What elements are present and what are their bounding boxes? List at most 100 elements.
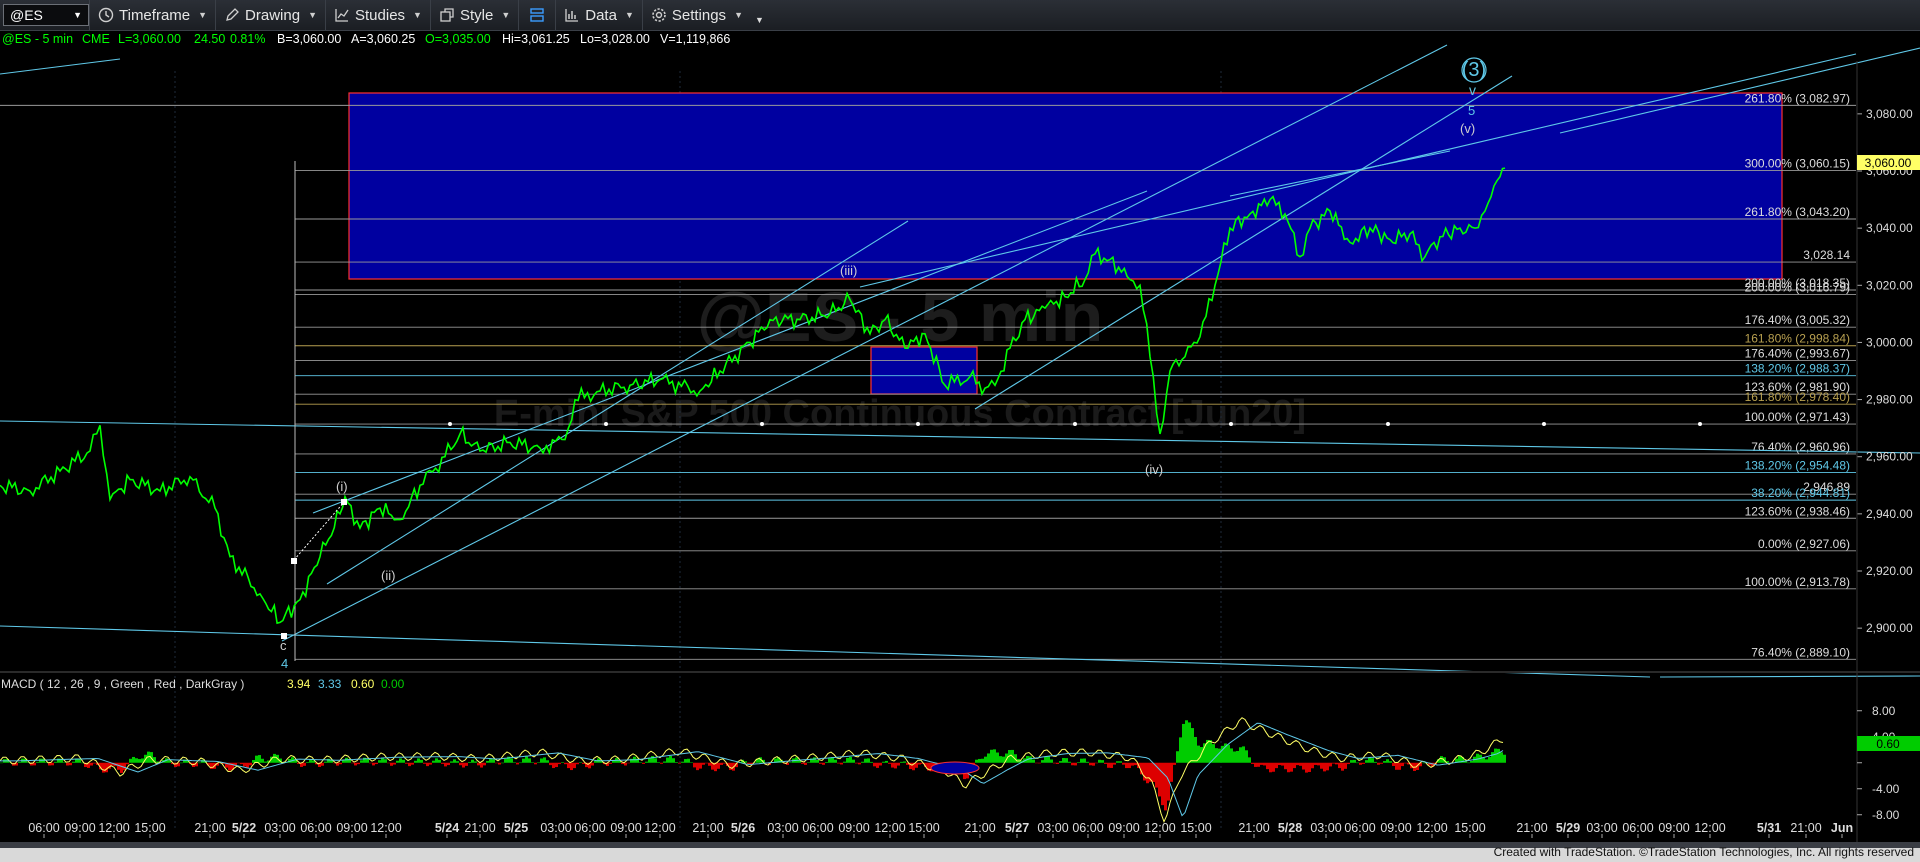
macd-bar [1065, 758, 1068, 763]
macd-bar [993, 749, 996, 763]
macd-bar [645, 761, 648, 763]
chevron-down-icon: ▼ [734, 10, 743, 20]
macd-bar [384, 759, 387, 763]
macd-bar [1068, 761, 1071, 763]
style-menu[interactable]: Style ▼ [429, 0, 518, 30]
macd-bar [402, 759, 405, 763]
macd-bar [525, 756, 528, 763]
macd-bar [1401, 762, 1404, 767]
macd-bar [246, 762, 249, 768]
macd-bar [1497, 748, 1500, 763]
macd-bar [1044, 756, 1047, 763]
toolbar-overflow-icon[interactable]: ▼ [755, 15, 764, 25]
marker-dot [1698, 422, 1702, 427]
layout-button[interactable] [518, 0, 555, 30]
macd-bar [1299, 762, 1302, 766]
retrace-box[interactable] [870, 346, 978, 395]
macd-bar [357, 762, 360, 765]
macd-bar [1191, 728, 1194, 763]
x-tick-label: 5/24 [435, 821, 459, 835]
timeframe-menu[interactable]: Timeframe ▼ [89, 0, 215, 30]
macd-bar [999, 756, 1002, 763]
macd-bar [657, 762, 660, 763]
macd-bar [1395, 762, 1398, 770]
macd-bar [1122, 762, 1125, 765]
wave-label-i: (i) [336, 479, 348, 494]
macd-bar [543, 757, 546, 763]
y-tick-label: 2,960.00 [1866, 450, 1913, 464]
drawing-menu[interactable]: Drawing ▼ [215, 0, 325, 30]
price-chart[interactable]: @ES - 5 min E-mini S&P 500 Continuous Co… [0, 31, 1920, 842]
quote-last: L=3,060.00 [118, 32, 181, 46]
macd-bar [888, 762, 891, 764]
macd-bar [0, 762, 3, 764]
macd-bar [609, 762, 612, 764]
macd-bar [1347, 762, 1350, 765]
macd-bar [1380, 762, 1383, 764]
fib-label: 261.80% (3,082.97) [1745, 91, 1850, 105]
macd-bar [546, 760, 549, 763]
marker-dot [1073, 422, 1077, 427]
macd-bar [471, 759, 474, 763]
y-tick-label: 2,980.00 [1866, 393, 1913, 407]
x-tick-label: 03:00 [1037, 821, 1068, 835]
macd-bar [570, 762, 573, 771]
fib-label: 100.00% (2,971.43) [1745, 410, 1850, 424]
timeframe-label: Timeframe [119, 6, 191, 24]
symbol-selector[interactable]: @ES ▼ [3, 4, 89, 26]
x-tick-label: 06:00 [28, 821, 59, 835]
macd-bar [1236, 750, 1239, 763]
fib-label: 100.00% (2,913.78) [1745, 575, 1850, 589]
macd-bar [447, 762, 450, 766]
macd-bar [1251, 762, 1254, 764]
data-icon [565, 9, 579, 22]
macd-bar [468, 761, 471, 763]
macd-bar [135, 758, 138, 763]
macd-bar [132, 756, 135, 763]
x-tick-label: 06:00 [1344, 821, 1375, 835]
macd-bar [681, 761, 684, 763]
x-tick-label: 09:00 [1380, 821, 1411, 835]
macd-bar [261, 758, 264, 763]
settings-menu[interactable]: Settings ▼ [641, 0, 751, 30]
macd-bar [987, 753, 990, 763]
macd-bar [465, 762, 468, 766]
macd-bar [414, 760, 417, 763]
macd-bar [1053, 762, 1056, 764]
macd-bar [1287, 762, 1290, 773]
x-tick-label: 03:00 [1586, 821, 1617, 835]
macd-bar [918, 762, 921, 765]
macd-bar [1161, 762, 1164, 806]
macd-bar [1320, 762, 1323, 769]
macd-bar [417, 758, 420, 763]
macd-bar [1077, 762, 1080, 763]
macd-bar [1392, 762, 1395, 766]
x-tick-label: 21:00 [464, 821, 495, 835]
x-tick-label: 09:00 [838, 821, 869, 835]
macd-bar [1317, 762, 1320, 766]
macd-bar [879, 762, 882, 766]
macd-bar [255, 755, 258, 763]
data-menu[interactable]: Data ▼ [555, 0, 642, 30]
macd-tag-label: 0.60 [1876, 737, 1900, 751]
macd-bar [504, 758, 507, 763]
macd-bar [378, 760, 381, 763]
x-tick-label: 15:00 [134, 821, 165, 835]
macd-bar [477, 762, 480, 766]
macd-bar [1266, 762, 1269, 770]
target-box[interactable] [348, 92, 1783, 280]
macd-bar [1350, 760, 1353, 763]
macd-bar [129, 758, 132, 763]
macd-bar [423, 762, 426, 764]
chevron-down-icon: ▼ [501, 10, 511, 20]
macd-bar [306, 762, 309, 763]
x-tick-label: 09:00 [336, 821, 367, 835]
macd-bar [1194, 736, 1197, 763]
macd-bar [198, 762, 201, 764]
studies-menu[interactable]: Studies ▼ [325, 0, 430, 30]
macd-bar [444, 762, 447, 767]
macd-bar [552, 762, 555, 769]
x-tick-label: 15:00 [1454, 821, 1485, 835]
style-label: Style [459, 6, 494, 24]
macd-bar [897, 762, 900, 766]
